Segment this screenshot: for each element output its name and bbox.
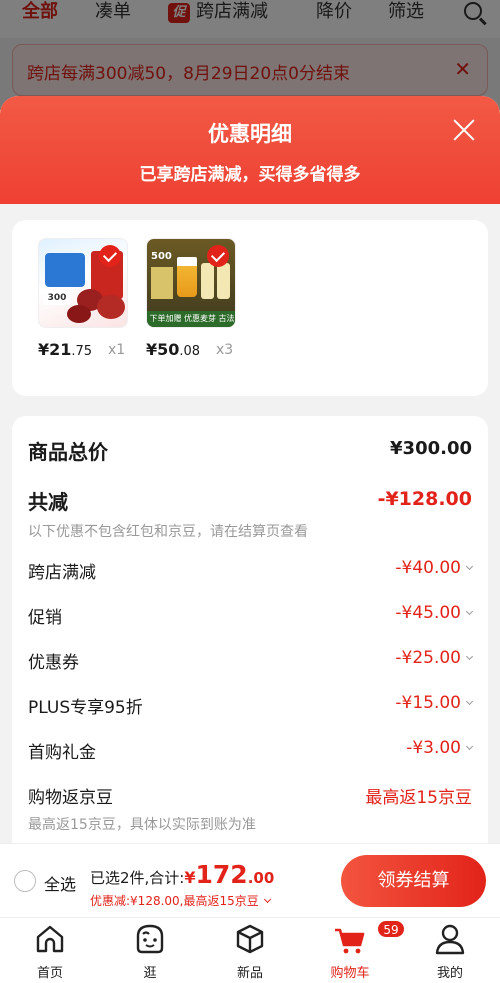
tab-label: 购物车 (330, 966, 370, 981)
total-price-row: 商品总价 ¥300.00 (28, 436, 472, 465)
bottom-tab-bar: 首页 逛 新品 59 购物车 我的 (0, 917, 500, 983)
discount-row[interactable]: 跨店满减 -¥40.00 (28, 558, 474, 583)
sheet-header: 优惠明细 已享跨店满减，买得多省得多 (0, 96, 500, 204)
discount-row[interactable]: 促销 -¥45.00 (28, 603, 474, 628)
close-icon[interactable] (452, 118, 476, 142)
check-icon (99, 245, 121, 267)
person-icon (433, 922, 467, 956)
tab-label: 逛 (143, 966, 157, 981)
product-item[interactable]: 500 下单加赠 优惠麦芽 古法精酿 (146, 238, 236, 328)
sheet-subtitle: 已享跨店满减，买得多省得多 (139, 165, 361, 185)
jingdou-value: 最高返15京豆 (365, 788, 472, 808)
jingdou-note: 最高返15京豆，具体以实际到账为准 (28, 817, 256, 833)
total-discount-row: 共减 -¥128.00 以下优惠不包含红包和京豆，请在结算页查看 (28, 486, 472, 541)
chevron-down-icon (263, 895, 271, 904)
product-qty: x3 (216, 342, 234, 358)
discount-row[interactable]: 首购礼金 -¥3.00 (28, 738, 474, 763)
total-amount: 172 (195, 860, 248, 889)
discount-value[interactable]: -¥3.00 (406, 738, 474, 758)
product-qty: x1 (108, 342, 126, 358)
cart-count-badge: 59 (377, 920, 405, 938)
sheet-title: 优惠明细 (208, 122, 292, 146)
tab-label: 我的 (436, 966, 463, 981)
tab-cart[interactable]: 59 购物车 (310, 920, 405, 981)
box-icon (233, 922, 267, 956)
chevron-down-icon (465, 697, 474, 706)
discount-row[interactable]: 优惠券 -¥25.00 (28, 648, 474, 673)
discount-label: 首购礼金 (28, 743, 96, 763)
discount-label: 促销 (28, 608, 62, 628)
tab-label: 新品 (236, 966, 263, 981)
jingdou-label: 购物返京豆 (28, 788, 113, 808)
tab-label: 首页 (36, 966, 63, 981)
selected-count-text: 已选2件,合计: (90, 869, 185, 887)
jingdou-row: 购物返京豆 最高返15京豆 最高返15京豆，具体以实际到账为准 (28, 783, 472, 834)
beer-image: 500 下单加赠 优惠麦芽 古法精酿 (146, 238, 236, 328)
red-dates-image: 300 (38, 238, 128, 328)
total-summary: 已选2件,合计:¥172.00 (90, 860, 275, 889)
check-icon (207, 245, 229, 267)
product-price: ¥50.08 (146, 340, 201, 359)
checkout-bar: 全选 已选2件,合计:¥172.00 优惠减:¥128.00,最高返15京豆 领… (0, 843, 500, 917)
product-item[interactable]: 300 (38, 238, 128, 328)
overlay-scrim[interactable] (0, 0, 500, 110)
discount-label: 优惠券 (28, 653, 79, 673)
cart-icon: 59 (333, 920, 405, 956)
total-price-label: 商品总价 (28, 440, 108, 464)
tab-home[interactable]: 首页 (10, 922, 90, 981)
total-discount-label: 共减 (28, 490, 68, 514)
discount-details: 商品总价 ¥300.00 共减 -¥128.00 以下优惠不包含红包和京豆，请在… (12, 416, 488, 856)
product-price: ¥21.75 (38, 340, 93, 359)
discount-label: 跨店满减 (28, 563, 96, 583)
tab-browse[interactable]: 逛 (110, 922, 190, 981)
tab-me[interactable]: 我的 (410, 922, 490, 981)
select-all-radio[interactable] (14, 870, 36, 892)
pack-strip: 下单加赠 优惠麦芽 古法精酿 (147, 311, 235, 327)
total-discount-value: -¥128.00 (377, 488, 472, 510)
chevron-down-icon (465, 607, 474, 616)
browse-face-icon (133, 922, 167, 956)
discount-value[interactable]: -¥45.00 (395, 603, 474, 623)
chevron-down-icon (465, 562, 474, 571)
pack-number: 500 (151, 251, 172, 262)
discount-value[interactable]: -¥15.00 (395, 693, 474, 713)
pack-number: 300 (43, 291, 71, 305)
select-all-label[interactable]: 全选 (44, 871, 76, 895)
total-price-value: ¥300.00 (390, 438, 472, 459)
discount-label: PLUS专享95折 (28, 698, 143, 718)
discount-value[interactable]: -¥25.00 (395, 648, 474, 668)
tab-new[interactable]: 新品 (210, 922, 290, 981)
savings-summary[interactable]: 优惠减:¥128.00,最高返15京豆 (90, 892, 271, 909)
chevron-down-icon (465, 742, 474, 751)
checkout-button[interactable]: 领券结算 (341, 855, 486, 907)
discount-value[interactable]: -¥40.00 (395, 558, 474, 578)
home-icon (33, 922, 67, 956)
chevron-down-icon (465, 652, 474, 661)
discount-row[interactable]: PLUS专享95折 -¥15.00 (28, 693, 474, 718)
discount-note: 以下优惠不包含红包和京豆，请在结算页查看 (28, 524, 308, 540)
product-list: 300 500 下单加赠 优惠麦芽 古法精酿 ¥21.75 x1 ¥50.08 … (12, 220, 488, 396)
